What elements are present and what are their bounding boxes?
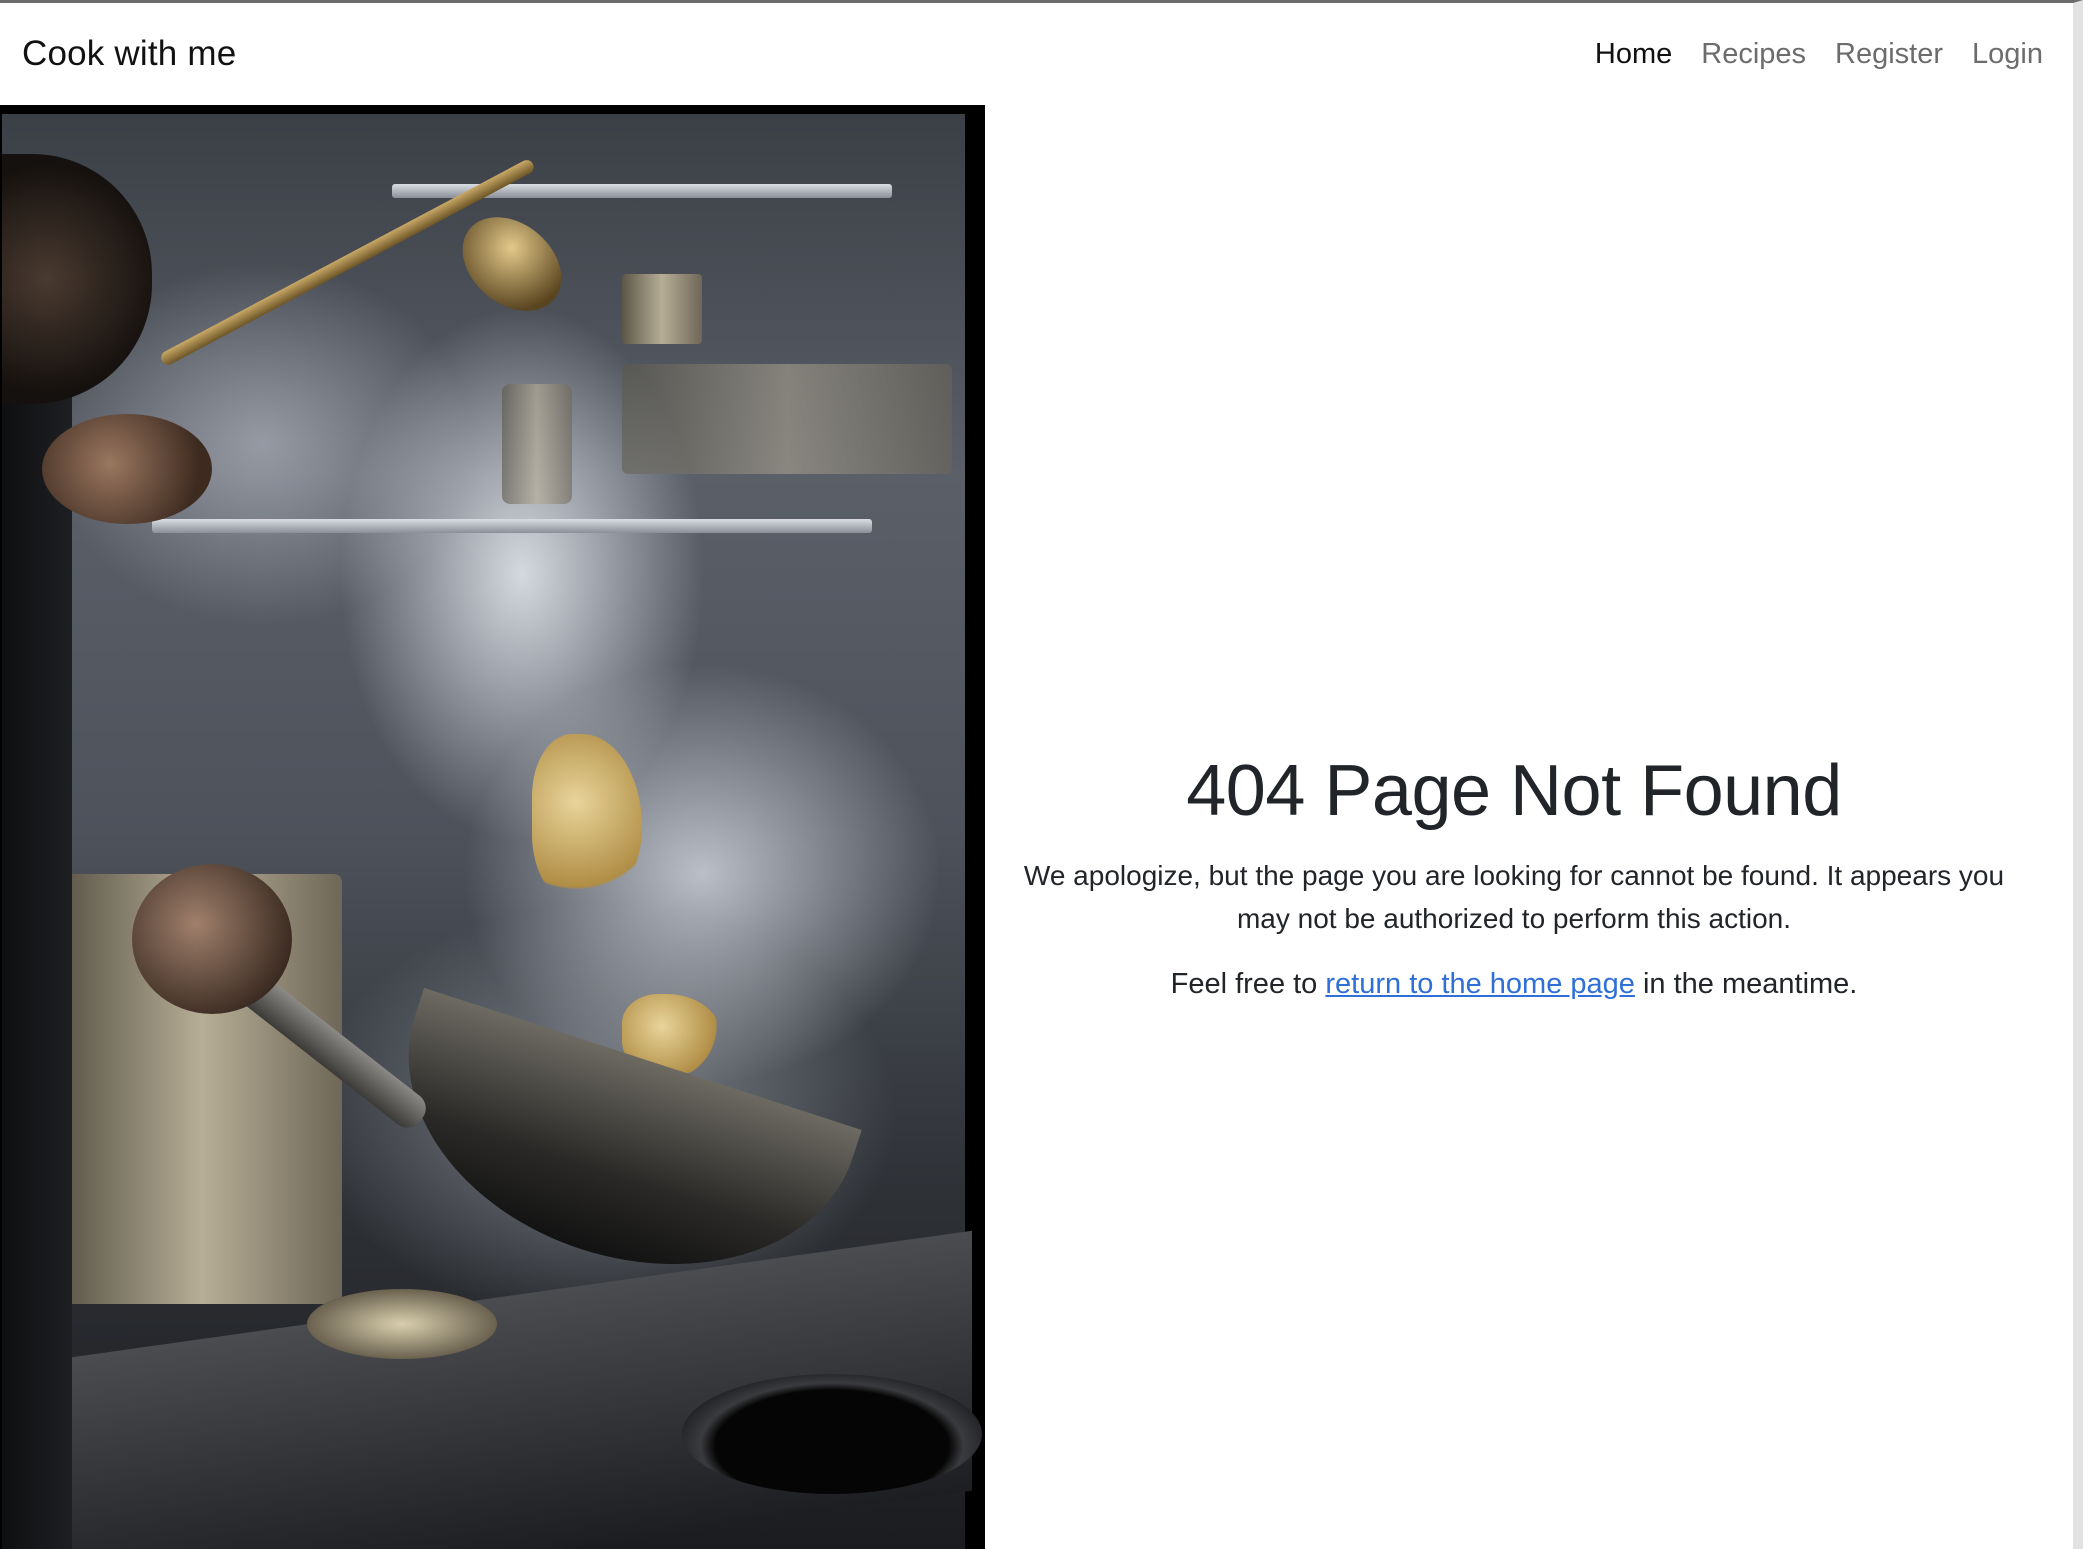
container-cup xyxy=(502,384,572,504)
nav-login-link[interactable]: Login xyxy=(1972,38,2043,71)
error-message: We apologize, but the page you are looki… xyxy=(1023,860,2005,934)
nav-recipes-link[interactable]: Recipes xyxy=(1701,38,1806,71)
container-steel xyxy=(622,274,702,344)
browser-viewport: Cook with me Home Recipes Register Login xyxy=(0,0,2083,1549)
container-plastic xyxy=(622,364,952,474)
return-home-text: Feel free to return to the home page in … xyxy=(985,968,2043,1001)
return-home-link[interactable]: return to the home page xyxy=(1325,968,1635,1000)
feel-prefix: Feel free to xyxy=(1170,968,1326,1000)
chef-head xyxy=(2,154,152,404)
error-block: 404 Page Not Found We apologize, but the… xyxy=(985,750,2043,1030)
kitchen-photo xyxy=(2,114,982,1549)
top-navbar: Cook with me Home Recipes Register Login xyxy=(0,3,2073,105)
noodles-flying xyxy=(532,734,642,904)
ladle-bowl xyxy=(444,198,580,330)
nav-links: Home Recipes Register Login xyxy=(1595,38,2043,71)
brand-link[interactable]: Cook with me xyxy=(22,34,236,74)
nav-home-link[interactable]: Home xyxy=(1595,38,1672,71)
shelf-middle xyxy=(152,519,872,533)
error-title: 404 Page Not Found xyxy=(1186,751,1842,831)
nav-register-link[interactable]: Register xyxy=(1835,38,1943,71)
chef-hand-bottom xyxy=(132,864,292,1014)
hero-kitchen-image xyxy=(0,105,985,1549)
chef-hand-top xyxy=(42,414,212,524)
wok-burner xyxy=(682,1374,982,1494)
small-dish xyxy=(307,1289,497,1359)
main-content: 404 Page Not Found We apologize, but the… xyxy=(985,105,2073,1549)
feel-suffix: in the meantime. xyxy=(1634,968,1858,1000)
